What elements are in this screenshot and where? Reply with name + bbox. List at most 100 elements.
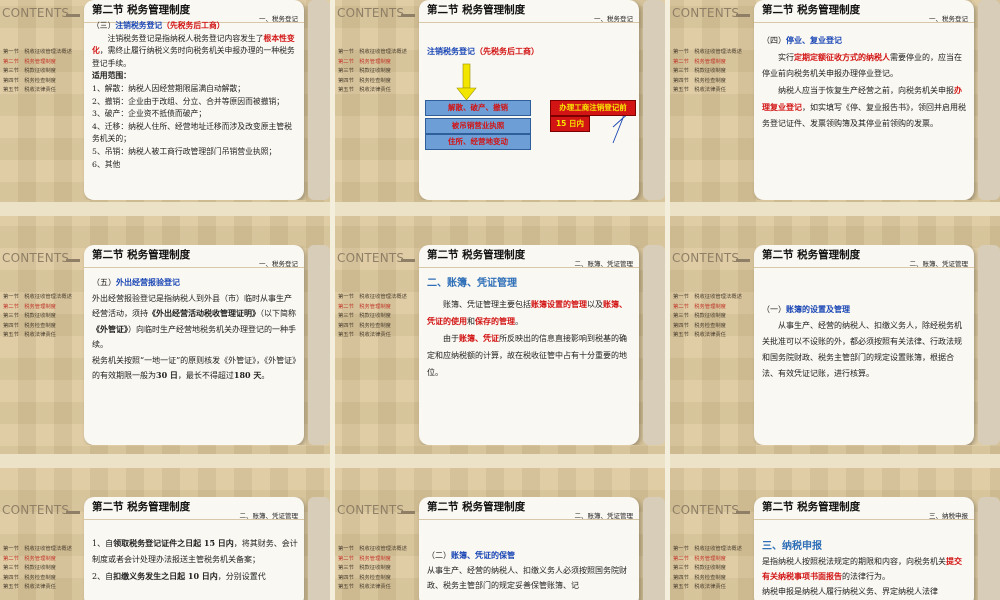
toc-item[interactable]: 第三节 税款征收制度 (3, 312, 83, 322)
toc-item[interactable]: 第一节 税收征收管理法概述 (673, 48, 753, 58)
slide-deregistration: CONTENTS 第一节 税收征收管理法概述 第二节 税务管理制度 第三节 税款… (0, 0, 330, 200)
toc-item[interactable]: 第四节 税务检查制度 (338, 574, 418, 584)
list-item: 1、自领取税务登记证件之日起 15 日内，将其财务、会计制度或者会计处理办法报送… (92, 538, 298, 564)
toc-item[interactable]: 第三节 税款征收制度 (673, 564, 753, 574)
toc-item[interactable]: 第一节 税收征收管理法概述 (338, 48, 418, 58)
list-item: 2、撤销：企业由于改组、分立、合并等原因而被撤销； (92, 96, 285, 106)
column-separator (665, 0, 670, 600)
result-box-days: 15 日内 (550, 116, 590, 132)
toc-item[interactable]: 第二节 税务管理制度 (673, 58, 753, 68)
toc-item[interactable]: 第四节 税务检查制度 (338, 322, 418, 332)
toc-item[interactable]: 第五节 税收法律责任 (3, 86, 83, 96)
toc-item[interactable]: 第一节 税收征收管理法概述 (3, 293, 83, 303)
contents-dash (401, 14, 415, 17)
toc-item[interactable]: 第二节 税务管理制度 (338, 555, 418, 565)
side-thumbnail (978, 497, 1000, 600)
toc-item[interactable]: 第二节 税务管理制度 (3, 58, 83, 68)
chapter-title: 第二节 税务管理制度 (762, 501, 861, 513)
slide-book-filing: CONTENTS 第一节 税收征收管理法概述 第二节 税务管理制度 第三节 税款… (0, 497, 330, 600)
slide-body: （五）外出经营报验登记 外出经营报验登记是指纳税人到外县（市）临时从事生产经营活… (92, 275, 298, 384)
heading: （五）外出经营报验登记 (92, 277, 180, 287)
side-thumbnail (308, 245, 330, 445)
contents-dash (66, 259, 80, 262)
toc-item[interactable]: 第三节 税款征收制度 (3, 564, 83, 574)
toc-item[interactable]: 第五节 税收法律责任 (3, 331, 83, 341)
toc-item[interactable]: 第四节 税务检查制度 (673, 574, 753, 584)
toc-item[interactable]: 第二节 税务管理制度 (338, 303, 418, 313)
slide-book-keeping: CONTENTS 第一节 税收征收管理法概述 第二节 税务管理制度 第三节 税款… (335, 497, 665, 600)
title-divider (419, 519, 639, 520)
toc-item[interactable]: 第五节 税收法律责任 (673, 583, 753, 593)
toc-item[interactable]: 第一节 税收征收管理法概述 (3, 545, 83, 555)
side-thumbnail (643, 245, 665, 445)
list-item: 1、解散：纳税人因经营期限届满自动解散； (92, 83, 246, 93)
chapter-title: 第二节 税务管理制度 (427, 249, 526, 261)
cause-box-dissolution: 解散、破产、撤销 (425, 100, 531, 116)
paragraph: 纳税申报是纳税人履行纳税义务、界定纳税人法律 (762, 587, 938, 596)
toc-item[interactable]: 第三节 税款征收制度 (673, 67, 753, 77)
toc-item[interactable]: 第五节 税收法律责任 (338, 583, 418, 593)
side-thumbnail (308, 0, 330, 200)
toc-item[interactable]: 第四节 税务检查制度 (673, 322, 753, 332)
row-separator (0, 202, 1000, 216)
toc-item[interactable]: 第四节 税务检查制度 (3, 77, 83, 87)
contents-label: CONTENTS (2, 6, 70, 20)
toc-item[interactable]: 第四节 税务检查制度 (338, 77, 418, 87)
toc-item[interactable]: 第一节 税收征收管理法概述 (3, 48, 83, 58)
toc-item[interactable]: 第四节 税务检查制度 (673, 77, 753, 87)
toc-item[interactable]: 第五节 税收法律责任 (3, 583, 83, 593)
toc-item[interactable]: 第五节 税收法律责任 (338, 331, 418, 341)
toc-item[interactable]: 第一节 税收征收管理法概述 (673, 293, 753, 303)
toc-item[interactable]: 第五节 税收法律责任 (673, 331, 753, 341)
toc-item[interactable]: 第一节 税收征收管理法概述 (673, 545, 753, 555)
title-divider (84, 267, 304, 268)
content-panel: 第二节 税务管理制度 三、纳税申报 三、纳税申报 是指纳税人按照税法规定的期限和… (754, 497, 974, 600)
toc-list: 第一节 税收征收管理法概述 第二节 税务管理制度 第三节 税款征收制度 第四节 … (338, 293, 418, 341)
toc-item[interactable]: 第五节 税收法律责任 (338, 86, 418, 96)
toc-item[interactable]: 第四节 税务检查制度 (3, 574, 83, 584)
heading: （二）账簿、凭证的保管 (427, 550, 515, 560)
heading: （四）停业、复业登记 (762, 35, 842, 45)
toc-list: 第一节 税收征收管理法概述 第二节 税务管理制度 第三节 税款征收制度 第四节 … (673, 48, 753, 96)
toc-item[interactable]: 第一节 税收征收管理法概述 (338, 293, 418, 303)
toc-list: 第一节 税收征收管理法概述 第二节 税务管理制度 第三节 税款征收制度 第四节 … (673, 293, 753, 341)
contents-label: CONTENTS (672, 251, 740, 265)
toc-item[interactable]: 第四节 税务检查制度 (3, 322, 83, 332)
chapter-title: 第二节 税务管理制度 (92, 501, 191, 513)
slide-body: （二）账簿、凭证的保管 从事生产、经营的纳税人、扣缴义务人必须按照国务院财政、税… (427, 548, 633, 593)
slide-body: 三、纳税申报 是指纳税人按照税法规定的期限和内容，向税务机关提交有关纳税事项书面… (762, 539, 968, 599)
toc-item[interactable]: 第三节 税款征收制度 (338, 67, 418, 77)
chapter-title: 第二节 税务管理制度 (762, 4, 861, 16)
toc-item[interactable]: 第一节 税收征收管理法概述 (338, 545, 418, 555)
toc-item[interactable]: 第三节 税款征收制度 (673, 312, 753, 322)
section-heading: 二、账簿、凭证管理 (427, 278, 517, 289)
side-thumbnail (978, 245, 1000, 445)
slide-body: （四）停业、复业登记 实行定期定额征收方式的纳税人需要停业的，应当在停业前向税务… (762, 32, 968, 132)
title-divider (754, 267, 974, 268)
row-separator (0, 454, 1000, 468)
toc-item[interactable]: 第二节 税务管理制度 (3, 303, 83, 313)
toc-item[interactable]: 第五节 税收法律责任 (673, 86, 753, 96)
slide-body: （三）注销税务登记（先税务后工商） 注销税务登记是指纳税人税务登记内容发生了根本… (92, 20, 298, 171)
toc-item[interactable]: 第二节 税务管理制度 (3, 555, 83, 565)
paragraph: 由于账簿、凭证所反映出的信息直接影响到税基的确定和应纳税额的计算，故在税收征管中… (427, 333, 627, 377)
slide-suspension: CONTENTS 第一节 税收征收管理法概述 第二节 税务管理制度 第三节 税款… (670, 0, 1000, 200)
paragraph: 税务机关按照“一地一证”的原则核发《外管证》，《外管证》的有效期限一般为30 日… (92, 355, 297, 381)
toc-item[interactable]: 第三节 税款征收制度 (3, 67, 83, 77)
contents-dash (736, 511, 750, 514)
list-item: 2、自扣缴义务发生之日起 10 日内，分别设置代 (92, 571, 266, 581)
contents-label: CONTENTS (672, 6, 740, 20)
title-divider (419, 267, 639, 268)
title-divider (84, 519, 304, 520)
toc-item[interactable]: 第三节 税款征收制度 (338, 564, 418, 574)
contents-dash (736, 259, 750, 262)
toc-item[interactable]: 第三节 税款征收制度 (338, 312, 418, 322)
toc-item[interactable]: 第二节 税务管理制度 (673, 303, 753, 313)
content-panel: 第二节 税务管理制度 二、账簿、凭证管理 （二）账簿、凭证的保管 从事生产、经营… (419, 497, 639, 600)
toc-list: 第一节 税收征收管理法概述 第二节 税务管理制度 第三节 税款征收制度 第四节 … (338, 48, 418, 96)
side-thumbnail (643, 497, 665, 600)
toc-item[interactable]: 第二节 税务管理制度 (673, 555, 753, 565)
toc-item[interactable]: 第二节 税务管理制度 (338, 58, 418, 68)
contents-label: CONTENTS (672, 503, 740, 517)
contents-label: CONTENTS (2, 251, 70, 265)
